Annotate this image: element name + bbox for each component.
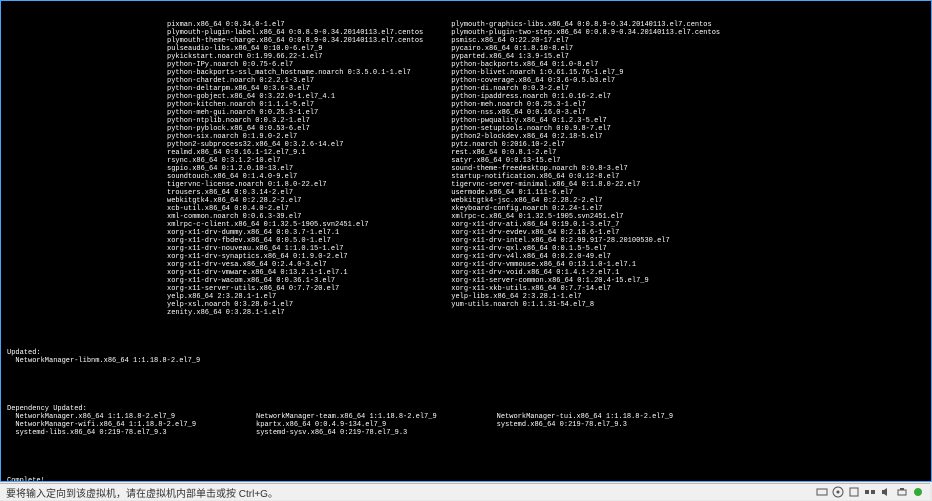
updated-header: Updated: xyxy=(7,349,41,357)
statusbar-hint: 要将输入定向到该虚拟机，请在虚拟机内部单击或按 Ctrl+G。 xyxy=(6,485,278,500)
dep-col2: NetworkManager-team.x86_64 1:1.18.8-2.el… xyxy=(256,413,437,437)
updated-line: NetworkManager-libnm.x86_64 1:1.18.8-2.e… xyxy=(7,357,200,365)
vm-statusbar: 要将输入定向到该虚拟机，请在虚拟机内部单击或按 Ctrl+G。 xyxy=(0,483,930,500)
device-icon[interactable] xyxy=(816,486,828,498)
network-icon[interactable] xyxy=(864,486,876,498)
statusbar-icons xyxy=(816,486,924,498)
disk-icon[interactable] xyxy=(848,486,860,498)
dep-col3: NetworkManager-tui.x86_64 1:1.18.8-2.el7… xyxy=(497,413,673,437)
vm-console-window: pixman.x86_64 0:0.34.0-1.el7 plymouth-pl… xyxy=(0,0,932,482)
status-dot-icon[interactable] xyxy=(912,486,924,498)
package-columns: pixman.x86_64 0:0.34.0-1.el7 plymouth-pl… xyxy=(7,21,925,317)
dep-col1: NetworkManager.x86_64 1:1.18.8-2.el7_9 N… xyxy=(7,413,196,437)
package-list-col2: plymouth-graphics-libs.x86_64 0:0.8.9-0.… xyxy=(451,21,720,317)
sound-icon[interactable] xyxy=(880,486,892,498)
cd-icon[interactable] xyxy=(832,486,844,498)
terminal-output[interactable]: pixman.x86_64 0:0.34.0-1.el7 plymouth-pl… xyxy=(1,1,931,481)
printer-icon[interactable] xyxy=(896,486,908,498)
dependency-updated-section: Dependency Updated: NetworkManager.x86_6… xyxy=(7,397,925,453)
package-list-col1: pixman.x86_64 0:0.34.0-1.el7 plymouth-pl… xyxy=(167,21,423,317)
dep-header: Dependency Updated: xyxy=(7,405,87,413)
dep-columns: NetworkManager.x86_64 1:1.18.8-2.el7_9 N… xyxy=(7,413,925,437)
updated-section: Updated: NetworkManager-libnm.x86_64 1:1… xyxy=(7,341,925,373)
complete-line: Complete! xyxy=(7,477,925,481)
